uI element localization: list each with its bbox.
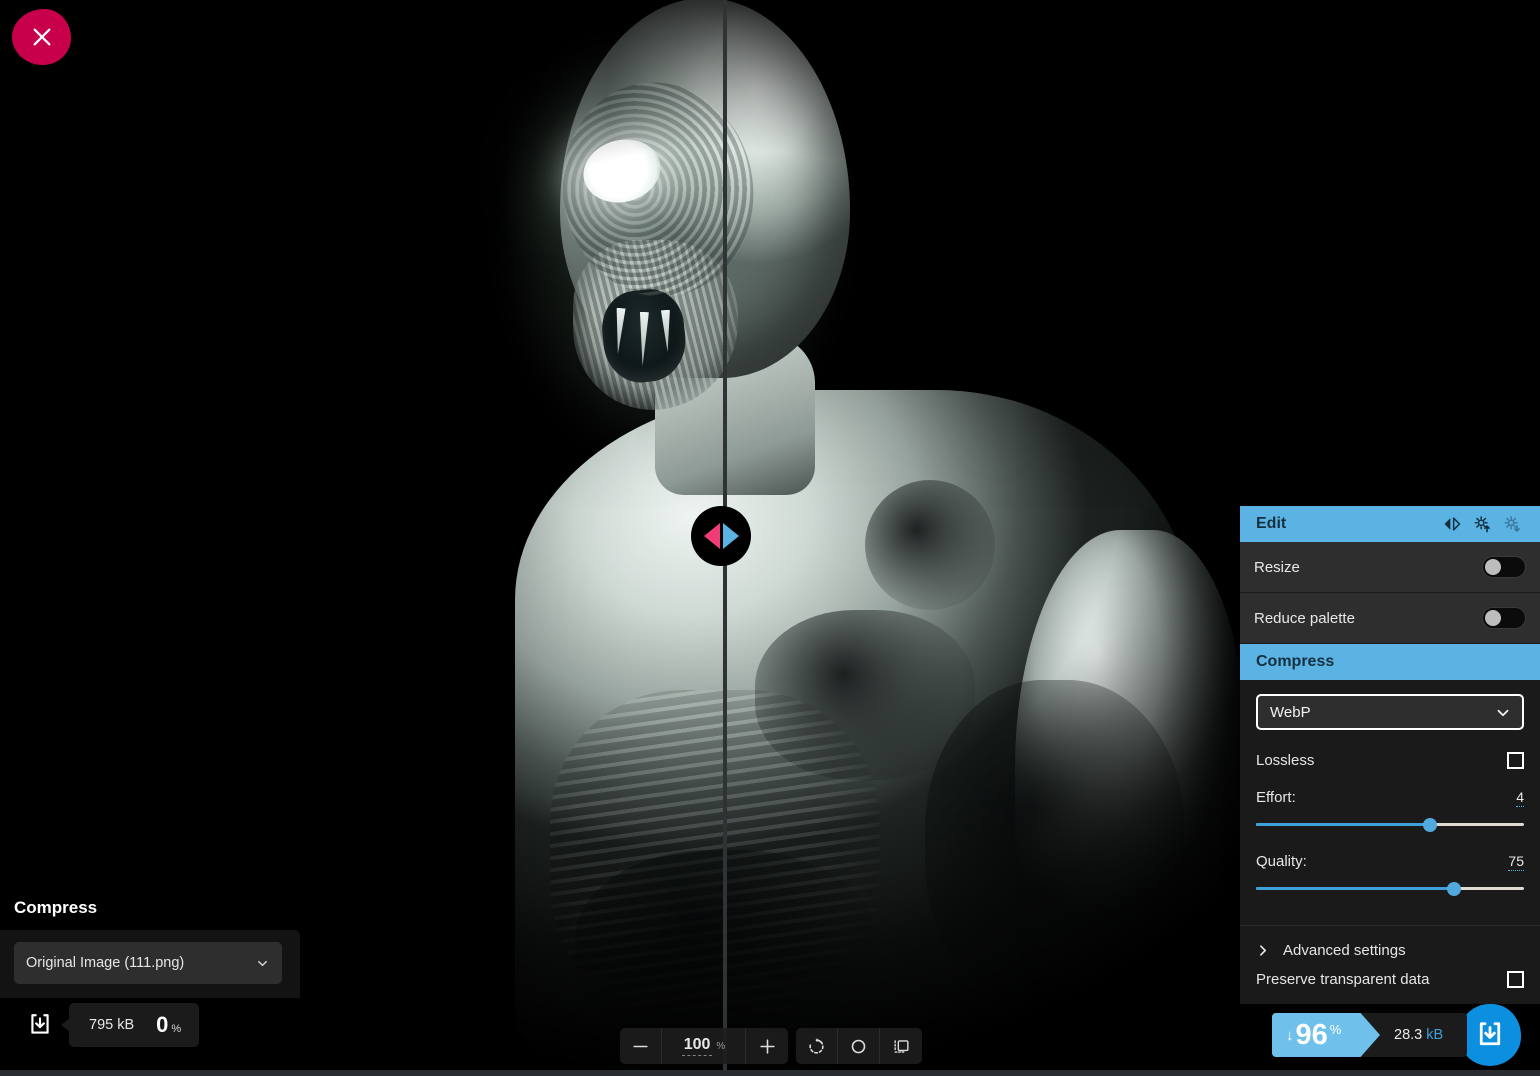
download-icon <box>31 1014 49 1034</box>
download-icon <box>1480 1022 1501 1046</box>
quality-slider-block: Quality: 75 <box>1256 853 1524 897</box>
left-panel-title: Compress <box>14 898 98 917</box>
effort-slider-header: Effort: 4 <box>1256 789 1524 807</box>
figure-blotch <box>865 480 995 610</box>
resize-row[interactable]: Resize <box>1240 542 1540 593</box>
triangle-right-icon <box>722 523 739 549</box>
lossless-row[interactable]: Lossless <box>1256 752 1524 769</box>
chevron-right-icon <box>1260 945 1267 956</box>
original-file-size: 795 kB <box>89 1017 135 1033</box>
left-panel-body: Original Image (111.png) <box>0 930 300 998</box>
rendered-image <box>455 0 1245 1076</box>
figure-blotch <box>925 680 1185 1010</box>
effort-slider-block: Effort: 4 <box>1256 789 1524 833</box>
view-controls-group <box>796 1028 922 1064</box>
plus-icon <box>759 1038 775 1054</box>
download-original-button[interactable] <box>17 1002 63 1048</box>
compress-section-header: Compress <box>1240 644 1540 680</box>
format-select-value: WebP <box>1270 703 1311 721</box>
quality-label: Quality: <box>1256 853 1307 870</box>
download-result-button[interactable] <box>1459 1004 1522 1066</box>
original-image-select[interactable]: Original Image (111.png) <box>14 942 282 984</box>
original-size-pill: 795 kB 0 % <box>60 1003 200 1047</box>
preserve-transparent-checkbox[interactable] <box>1507 971 1524 988</box>
zoom-level-value[interactable]: 100 <box>681 1036 713 1056</box>
rotate-button[interactable] <box>796 1028 838 1064</box>
effort-slider-fill <box>1256 823 1431 826</box>
fit-to-view-button[interactable] <box>880 1028 922 1064</box>
effort-slider-thumb[interactable] <box>1423 818 1438 832</box>
quality-slider-header: Quality: 75 <box>1256 853 1524 871</box>
result-percent-symbol: % <box>1329 1022 1342 1037</box>
effort-label: Effort: <box>1256 789 1296 806</box>
compare-slider-handle[interactable] <box>691 506 751 566</box>
quality-slider-thumb[interactable] <box>1447 882 1462 896</box>
bottom-status-strip <box>0 1070 1540 1076</box>
resize-toggle[interactable] <box>1482 556 1526 578</box>
zoom-level-field[interactable]: 100 % <box>662 1028 746 1064</box>
compression-result-bar: ↓ 96 % 28.3 kB <box>1272 1004 1522 1066</box>
crop-selection-icon <box>893 1039 909 1053</box>
compress-section-title: Compress <box>1256 653 1335 670</box>
zoom-in-button[interactable] <box>746 1028 788 1064</box>
down-arrow-icon: ↓ <box>1286 1026 1294 1044</box>
compress-settings-body: WebP Lossless Effort: 4 Quality: 75 <box>1240 680 1540 907</box>
result-size-unit: kB <box>1426 1027 1444 1043</box>
minus-icon <box>633 1045 648 1047</box>
reduce-palette-row[interactable]: Reduce palette <box>1240 593 1540 644</box>
resize-label: Resize <box>1254 558 1300 576</box>
advanced-settings-label: Advanced settings <box>1283 942 1406 959</box>
close-icon <box>33 28 50 46</box>
advanced-settings-row[interactable]: Advanced settings <box>1240 925 1540 967</box>
effort-value[interactable]: 4 <box>1516 789 1524 807</box>
toggle-knob <box>1485 559 1501 575</box>
original-image-value: Original Image (111.png) <box>26 955 185 971</box>
result-percent-value: 96 <box>1295 1018 1328 1051</box>
effort-slider[interactable] <box>1256 817 1524 833</box>
settings-upload-icon[interactable] <box>1470 512 1494 536</box>
format-select[interactable]: WebP <box>1256 694 1524 730</box>
result-percent-block: ↓ 96 % <box>1272 1013 1380 1057</box>
chevron-down-icon <box>1494 704 1512 726</box>
left-compress-panel: Compress Original Image (111.png) <box>0 898 300 998</box>
edit-panel: Edit Resize Reduce palette Compress WebP… <box>1240 506 1540 1004</box>
preserve-transparent-label: Preserve transparent data <box>1256 971 1430 988</box>
quality-value[interactable]: 75 <box>1508 853 1524 871</box>
reduce-palette-toggle[interactable] <box>1482 607 1526 629</box>
preserve-transparent-row[interactable]: Preserve transparent data <box>1240 967 1540 1004</box>
rotate-clockwise-icon <box>809 1037 824 1054</box>
triangle-left-icon <box>703 523 720 549</box>
chevron-down-icon <box>255 956 270 975</box>
result-size-value: 28.3 <box>1394 1027 1423 1043</box>
toggle-background-button[interactable] <box>838 1028 880 1064</box>
result-pill: ↓ 96 % 28.3 kB <box>1272 1013 1468 1057</box>
reduce-palette-label: Reduce palette <box>1254 609 1355 627</box>
original-percent-wrap: 0 % <box>156 1012 181 1038</box>
original-image-stats: 795 kB 0 % <box>17 1002 200 1048</box>
quality-slider-fill <box>1256 887 1455 890</box>
zoom-controls-group: 100 % <box>620 1028 788 1064</box>
zoom-toolbar: 100 % <box>620 1028 922 1064</box>
toggle-knob <box>1485 610 1501 626</box>
quality-slider[interactable] <box>1256 881 1524 897</box>
close-button[interactable] <box>12 9 71 65</box>
edit-section-title: Edit <box>1256 515 1287 532</box>
image-compressor-app: 100 % Compress Original Image (111.png) … <box>0 0 1540 1076</box>
lossless-label: Lossless <box>1256 752 1315 769</box>
settings-download-icon[interactable] <box>1500 512 1524 536</box>
compare-split-icon[interactable] <box>1440 512 1464 536</box>
zoom-level-unit: % <box>716 1041 726 1052</box>
zoom-out-button[interactable] <box>620 1028 662 1064</box>
original-percent-symbol: % <box>171 1023 182 1035</box>
circle-icon <box>851 1039 866 1053</box>
result-size: 28.3 kB <box>1380 1027 1467 1043</box>
edit-section-header: Edit <box>1240 506 1540 542</box>
original-percent-value: 0 <box>156 1012 169 1037</box>
lossless-checkbox[interactable] <box>1507 752 1524 769</box>
